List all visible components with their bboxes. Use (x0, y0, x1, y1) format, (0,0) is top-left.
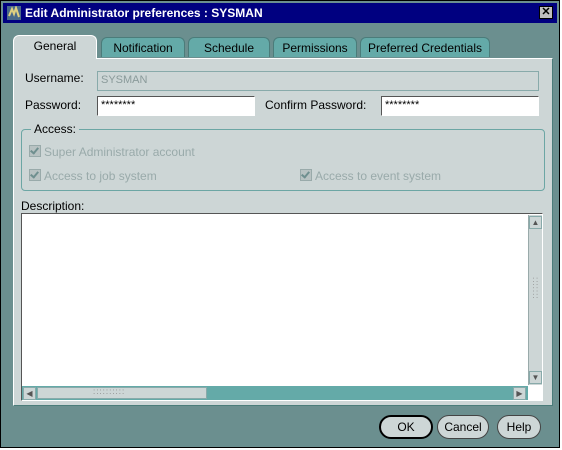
checkbox-label: Access to job system (44, 169, 157, 183)
checkbox-label: Super Administrator account (44, 145, 195, 159)
username-field: SYSMAN (97, 71, 539, 91)
tab-general[interactable]: General (13, 35, 97, 59)
title-bar: Edit Administrator preferences : SYSMAN … (3, 3, 557, 23)
checkbox-checked-icon (29, 169, 41, 181)
password-field[interactable]: ******** (97, 96, 255, 116)
scroll-up-icon[interactable]: ▲ (529, 216, 542, 229)
scroll-right-icon[interactable]: ▶ (513, 387, 526, 400)
event-system-checkbox: Access to event system (300, 169, 441, 183)
window-title: Edit Administrator preferences : SYSMAN (25, 6, 263, 20)
description-label: Description: (21, 199, 85, 213)
description-textarea[interactable] (21, 213, 543, 401)
checkbox-label: Access to event system (315, 169, 442, 183)
tab-label: Notification (113, 41, 173, 55)
tab-preferred-credentials[interactable]: Preferred Credentials (360, 37, 490, 57)
access-group-label: Access: (31, 122, 80, 136)
scroll-grip-icon: ::::::: (531, 277, 540, 300)
checkbox-checked-icon (300, 169, 312, 181)
scroll-grip-icon: :::::::::: (93, 387, 126, 396)
scroll-down-icon[interactable]: ▼ (529, 371, 542, 384)
close-icon[interactable]: ✕ (539, 6, 553, 19)
app-icon (7, 4, 21, 20)
ok-button[interactable]: OK (379, 415, 433, 439)
tab-permissions[interactable]: Permissions (273, 37, 357, 57)
password-label: Password: (25, 98, 82, 112)
vertical-scrollbar[interactable] (528, 215, 542, 385)
tab-notification[interactable]: Notification (101, 37, 185, 57)
cancel-button[interactable]: Cancel (437, 415, 489, 439)
tab-label: Preferred Credentials (367, 41, 483, 55)
tab-label: Schedule (203, 41, 255, 55)
help-button[interactable]: Help (497, 415, 541, 439)
tab-schedule[interactable]: Schedule (188, 37, 270, 57)
confirm-password-label: Confirm Password: (265, 98, 367, 112)
super-admin-checkbox: Super Administrator account (29, 145, 195, 159)
job-system-checkbox: Access to job system (29, 169, 157, 183)
tab-label: Permissions (282, 41, 348, 55)
checkbox-checked-icon (29, 145, 41, 157)
dialog-window: Edit Administrator preferences : SYSMAN … (0, 0, 560, 448)
confirm-password-field[interactable]: ******** (381, 96, 539, 116)
scroll-left-icon[interactable]: ◀ (23, 387, 36, 400)
tab-label: General (33, 39, 77, 53)
username-label: Username: (25, 71, 84, 85)
